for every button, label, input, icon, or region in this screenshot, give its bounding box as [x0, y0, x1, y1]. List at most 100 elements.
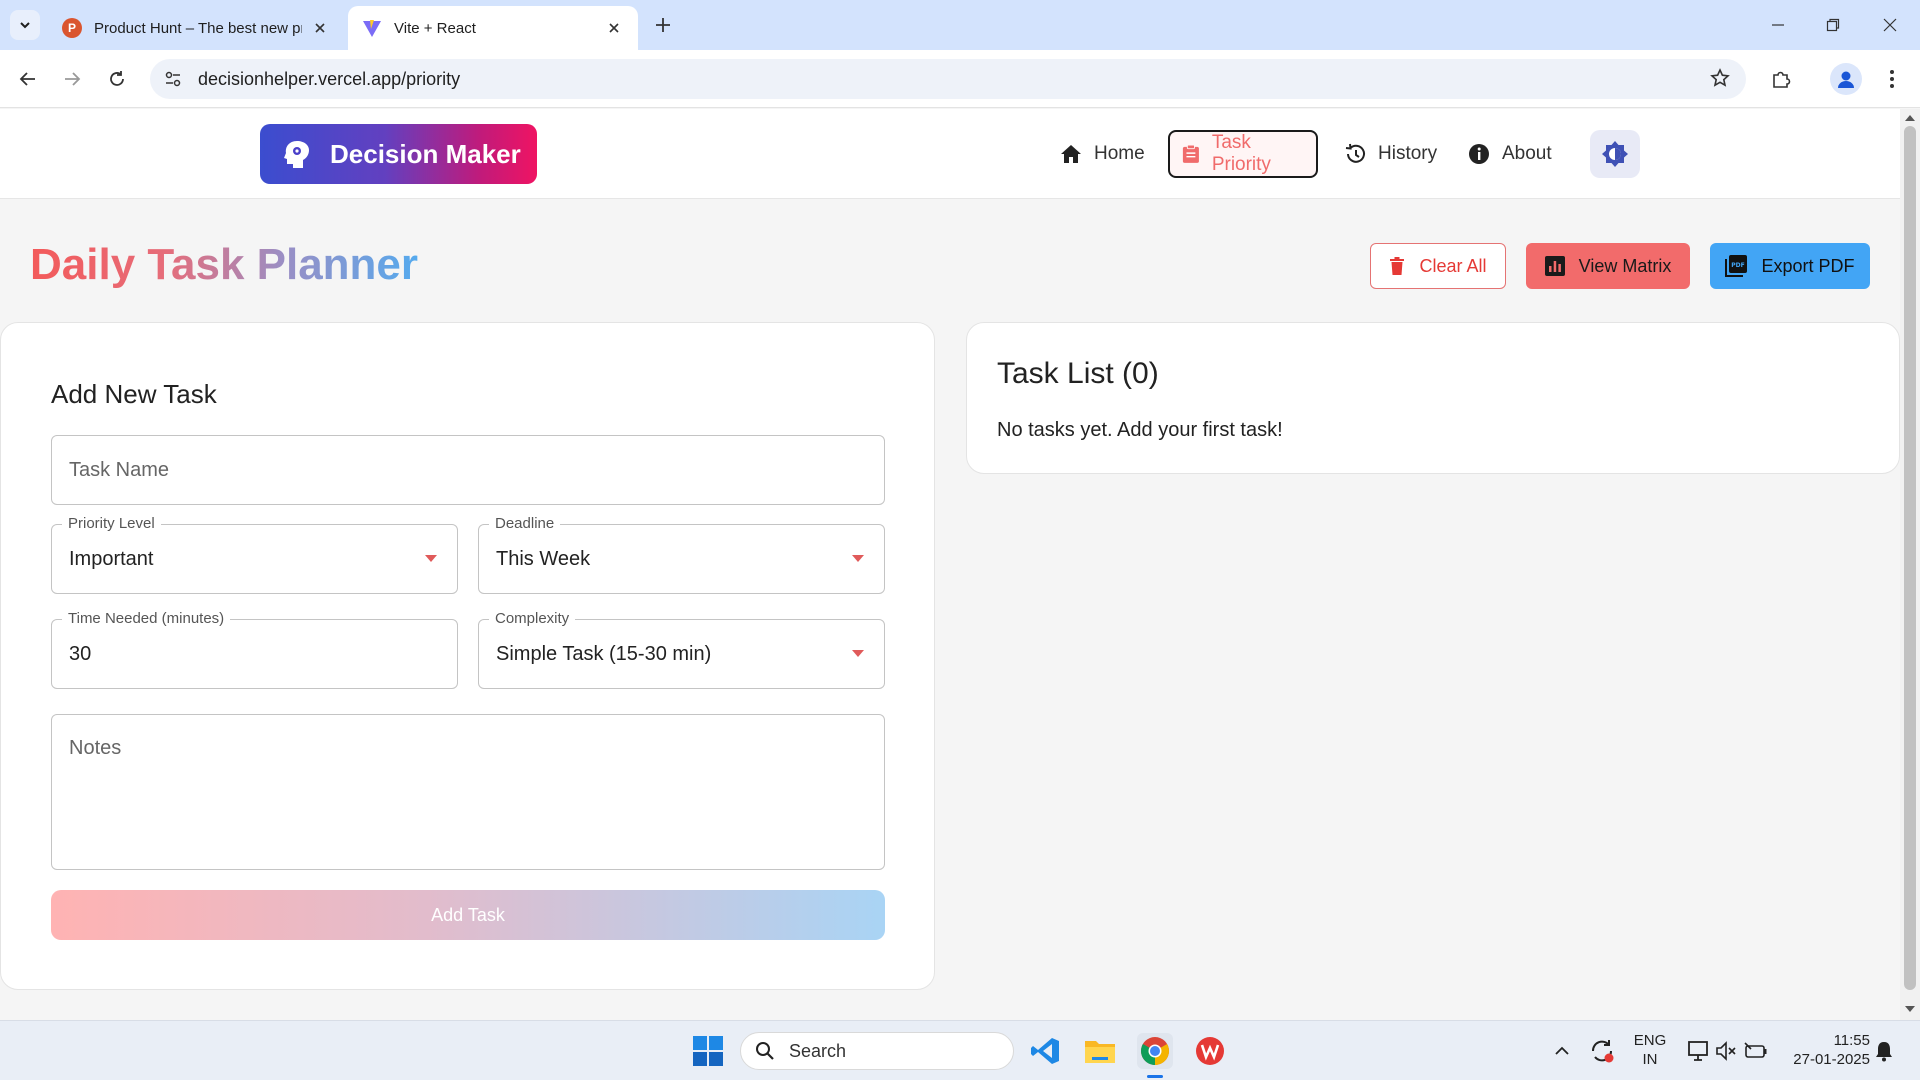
info-icon [1469, 144, 1489, 164]
chrome-icon [1141, 1037, 1169, 1065]
nav-about[interactable]: About [1456, 130, 1564, 178]
app-logo[interactable]: Decision Maker [260, 124, 537, 184]
clock-time: 11:55 [1833, 1032, 1870, 1049]
volume-muted-icon [1716, 1041, 1736, 1061]
arrow-left-icon [19, 72, 35, 86]
scroll-up-arrow-icon[interactable] [1905, 115, 1915, 121]
add-task-button[interactable]: Add Task [51, 890, 885, 940]
back-button[interactable] [12, 63, 44, 95]
deadline-select[interactable]: Deadline This Week [478, 515, 885, 594]
scrollbar-thumb[interactable] [1904, 126, 1916, 990]
language-indicator[interactable]: ENG IN [1628, 1031, 1672, 1069]
site-settings-icon[interactable] [164, 70, 182, 88]
puzzle-icon [1773, 71, 1791, 88]
page-title: Daily Task Planner [30, 240, 419, 289]
tab-title: Product Hunt – The best new pr [94, 19, 302, 37]
wps-office-taskbar-button[interactable] [1192, 1033, 1228, 1069]
close-icon [1883, 18, 1897, 32]
taskbar-search[interactable]: Search [740, 1032, 1014, 1070]
product-hunt-favicon-icon: P [62, 18, 82, 38]
dropdown-caret-icon [852, 650, 864, 657]
windows-taskbar: Search ENG IN 11:55 27-01-2025 [0, 1020, 1920, 1080]
complexity-select[interactable]: Complexity Simple Task (15-30 min) [478, 610, 885, 689]
active-app-indicator [1147, 1075, 1163, 1078]
bell-icon [1876, 1042, 1892, 1062]
forward-button[interactable] [56, 63, 88, 95]
deadline-value: This Week [496, 548, 591, 570]
tab-product-hunt[interactable]: P Product Hunt – The best new pr [48, 6, 344, 50]
kebab-menu-icon [1890, 70, 1894, 88]
minimize-icon [1772, 24, 1784, 26]
brightness-icon [1602, 141, 1628, 167]
time-needed-value: 30 [69, 643, 92, 665]
clock[interactable]: 11:55 27-01-2025 [1780, 1031, 1870, 1069]
history-icon [1345, 143, 1365, 163]
tray-overflow-button[interactable] [1544, 1033, 1580, 1069]
tab-vite-react[interactable]: Vite + React [348, 6, 638, 50]
sync-tray-button[interactable] [1584, 1033, 1620, 1069]
close-tab-icon[interactable] [604, 18, 624, 38]
view-matrix-label: View Matrix [1578, 255, 1672, 276]
nav-label: History [1378, 143, 1438, 164]
minimize-button[interactable] [1758, 10, 1798, 40]
clear-all-button[interactable]: Clear All [1370, 243, 1506, 289]
battery-tray-button[interactable] [1738, 1033, 1774, 1069]
sync-icon [1591, 1040, 1614, 1063]
priority-level-select[interactable]: Priority Level Important [51, 515, 458, 594]
notes-textarea[interactable]: Notes [51, 714, 885, 870]
close-tab-icon[interactable] [310, 18, 330, 38]
restore-icon [1826, 18, 1840, 32]
start-button[interactable] [690, 1033, 726, 1069]
avatar-icon [1838, 71, 1854, 88]
language-code: ENG [1633, 1032, 1667, 1049]
deadline-label: Deadline [489, 515, 561, 532]
extensions-button[interactable] [1765, 63, 1797, 95]
arrow-right-icon [65, 72, 81, 86]
browser-menu-button[interactable] [1876, 63, 1908, 95]
export-pdf-button[interactable]: PDF Export PDF [1710, 243, 1870, 289]
reload-button[interactable] [101, 63, 133, 95]
chevron-down-icon [20, 22, 30, 29]
empty-state-text: No tasks yet. Add your first task! [997, 419, 1283, 441]
complexity-value: Simple Task (15-30 min) [496, 643, 712, 665]
tab-title: Vite + React [394, 19, 476, 37]
home-icon [1061, 145, 1081, 163]
reload-icon [110, 71, 124, 86]
pdf-icon: PDF [1725, 255, 1748, 277]
profile-button[interactable] [1830, 63, 1862, 95]
nav-task-priority[interactable]: Task Priority [1168, 130, 1318, 178]
address-bar[interactable]: decisionhelper.vercel.app/priority [150, 59, 1746, 99]
task-name-input[interactable]: Task Name [51, 435, 885, 505]
scroll-down-arrow-icon[interactable] [1905, 1006, 1915, 1012]
view-matrix-button[interactable]: View Matrix [1526, 243, 1690, 289]
nav-home[interactable]: Home [1048, 130, 1157, 178]
close-window-button[interactable] [1870, 10, 1910, 40]
time-needed-input[interactable]: Time Needed (minutes) 30 [51, 610, 458, 689]
url-text: decisionhelper.vercel.app/priority [198, 68, 461, 89]
chevron-up-icon [1555, 1046, 1569, 1055]
clear-all-label: Clear All [1419, 255, 1487, 276]
priority-level-value: Important [69, 548, 154, 570]
theme-toggle-button[interactable] [1590, 130, 1640, 178]
plus-icon [656, 18, 670, 32]
new-tab-button[interactable] [650, 12, 676, 38]
priority-level-label: Priority Level [62, 515, 161, 532]
task-list-heading: Task List (0) [997, 357, 1159, 390]
vscode-taskbar-button[interactable] [1027, 1033, 1063, 1069]
browser-toolbar: decisionhelper.vercel.app/priority [0, 50, 1920, 108]
search-icon [756, 1042, 774, 1060]
vite-favicon-icon [362, 18, 382, 38]
nav-label: About [1502, 143, 1552, 164]
network-icon [1688, 1041, 1708, 1061]
bookmark-star-icon[interactable] [1710, 68, 1730, 93]
chrome-taskbar-button[interactable] [1137, 1033, 1173, 1069]
battery-plug-icon [1744, 1042, 1767, 1058]
notes-placeholder: Notes [69, 737, 122, 759]
logo-text: Decision Maker [330, 138, 521, 169]
tab-search-button[interactable] [10, 10, 40, 40]
file-explorer-taskbar-button[interactable] [1082, 1033, 1118, 1069]
notifications-button[interactable] [1866, 1033, 1902, 1069]
restore-button[interactable] [1813, 10, 1853, 40]
nav-history[interactable]: History [1332, 130, 1449, 178]
folder-icon [1085, 1041, 1115, 1063]
